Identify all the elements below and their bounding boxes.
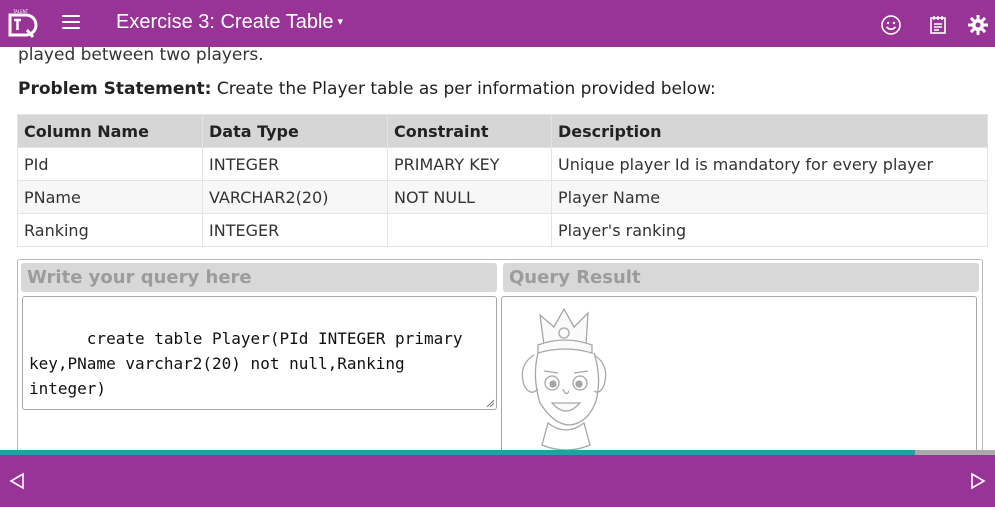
table-cell: Ranking: [17, 213, 203, 247]
page-title: Exercise 3: Create Table: [116, 11, 334, 33]
table-header-cell: Description: [551, 114, 988, 148]
table-cell: Unique player Id is mandatory for every …: [551, 147, 988, 181]
table-cell: PRIMARY KEY: [387, 147, 552, 181]
prev-arrow-icon[interactable]: [8, 471, 26, 491]
table-header-row: Column Name Data Type Constraint Descrip…: [17, 114, 988, 148]
mascot-king-icon: [521, 307, 607, 450]
column-spec-table: Column Name Data Type Constraint Descrip…: [17, 114, 988, 247]
query-panel: Write your query here Query Result creat…: [17, 259, 983, 450]
table-header-cell: Column Name: [17, 114, 203, 148]
table-header-cell: Constraint: [387, 114, 552, 148]
resize-grip-icon[interactable]: [486, 399, 494, 407]
chevron-down-icon: ▾: [337, 16, 344, 28]
table-row: PId INTEGER PRIMARY KEY Unique player Id…: [17, 147, 988, 181]
query-text: create table Player(PId INTEGER primary …: [29, 329, 473, 398]
tq-logo-icon[interactable]: TALENT: [6, 8, 40, 40]
table-cell: Player's ranking: [551, 213, 988, 247]
exercise-content: played between two players. Problem Stat…: [0, 47, 995, 450]
table-row: PName VARCHAR2(20) NOT NULL Player Name: [17, 180, 988, 214]
table-cell: Player Name: [551, 180, 988, 214]
smiley-icon[interactable]: [880, 14, 902, 36]
table-cell: PId: [17, 147, 203, 181]
table-cell: [387, 213, 552, 247]
table-cell: INTEGER: [202, 213, 388, 247]
hamburger-menu-icon: [62, 15, 80, 17]
exercise-title-dropdown[interactable]: Exercise 3: Create Table ▾: [116, 11, 343, 34]
problem-statement: Problem Statement: Create the Player tab…: [18, 79, 716, 99]
editor-panel-title: Write your query here: [21, 263, 497, 292]
intro-text: played between two players.: [18, 47, 264, 65]
problem-text: Create the Player table as per informati…: [211, 79, 716, 99]
problem-label: Problem Statement:: [18, 79, 212, 99]
svg-text:TALENT: TALENT: [12, 9, 29, 14]
menu-button[interactable]: [62, 15, 80, 31]
table-header-cell: Data Type: [202, 114, 388, 148]
table-cell: PName: [17, 180, 203, 214]
next-arrow-icon[interactable]: [969, 471, 987, 491]
gear-icon[interactable]: [967, 14, 989, 36]
bottom-bar: [0, 455, 995, 507]
top-bar: TALENT Exercise 3: Create Table ▾: [0, 0, 995, 47]
table-cell: VARCHAR2(20): [202, 180, 388, 214]
notepad-icon[interactable]: [927, 14, 949, 36]
table-row: Ranking INTEGER Player's ranking: [17, 213, 988, 247]
table-cell: NOT NULL: [387, 180, 552, 214]
table-cell: INTEGER: [202, 147, 388, 181]
result-panel-title: Query Result: [503, 263, 979, 292]
query-editor[interactable]: create table Player(PId INTEGER primary …: [22, 296, 497, 410]
query-result-area: [501, 296, 977, 450]
